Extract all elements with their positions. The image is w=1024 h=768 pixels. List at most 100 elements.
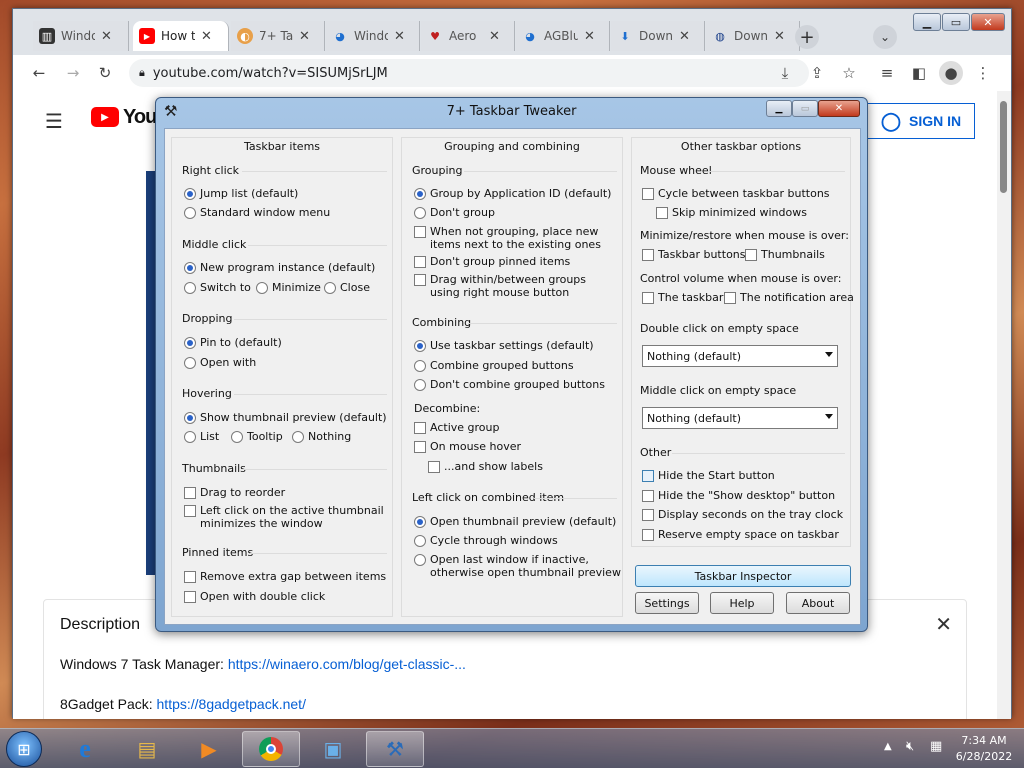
tab-windows-2[interactable]: ◕ Windo ✕ [326, 21, 420, 51]
checkbox-left-click-active[interactable]: Left click on the active thumbnail minimi… [184, 504, 384, 530]
tab-download-1[interactable]: ⬇ Down ✕ [611, 21, 705, 51]
checkbox-hide-show-desktop[interactable]: Hide the "Show desktop" button [642, 489, 835, 502]
bookmark-star-icon[interactable]: ☆ [837, 61, 861, 85]
dialog-titlebar[interactable]: ⚒ 7+ Taskbar Tweaker ▁ ▭ ✕ [156, 98, 867, 126]
dialog-close-button[interactable]: ✕ [818, 100, 860, 117]
double-click-select[interactable]: Nothing (default) [642, 345, 838, 367]
tab-search-button[interactable]: ⌄ [873, 25, 897, 49]
page-scrollbar[interactable] [997, 91, 1011, 719]
close-icon[interactable]: ✕ [584, 29, 595, 44]
tab-agblue[interactable]: ◕ AGBlu ✕ [516, 21, 610, 51]
settings-button[interactable]: Settings [635, 592, 699, 614]
start-button[interactable]: ⊞ [6, 731, 42, 767]
radio-tooltip[interactable]: Tooltip [231, 430, 283, 443]
tab-youtube[interactable]: ▶ How t ✕ [133, 21, 229, 51]
checkbox-on-mouse-hover[interactable]: On mouse hover [414, 440, 521, 453]
taskbar-inspector-button[interactable]: Taskbar Inspector [635, 565, 851, 587]
address-bar[interactable]: 🔒︎ youtube.com/watch?v=SISUMjSrLJM [129, 59, 809, 87]
middle-click-select[interactable]: Nothing (default) [642, 407, 838, 429]
tray-clock[interactable]: 7:34 AM 6/28/2022 [954, 733, 1014, 765]
back-icon[interactable]: ← [27, 61, 51, 85]
checkbox-drag-reorder[interactable]: Drag to reorder [184, 486, 285, 499]
radio-close[interactable]: Close [324, 281, 370, 294]
close-icon[interactable]: ✕ [774, 29, 785, 44]
menu-dots-icon[interactable]: ⋮ [971, 61, 995, 85]
radio-switch-to[interactable]: Switch to [184, 281, 251, 294]
taskbar-tweaker-button[interactable]: ⚒ [366, 731, 424, 767]
sidebar-icon[interactable]: ◧ [907, 61, 931, 85]
tab-windows-1[interactable]: ▥ Windo ✕ [33, 21, 129, 51]
forward-icon[interactable]: → [61, 61, 85, 85]
tab-tweaker[interactable]: ◐ 7+ Ta ✕ [231, 21, 325, 51]
dialog-maximize-button[interactable]: ▭ [792, 100, 818, 117]
radio-dont-group[interactable]: Don't group [414, 206, 495, 219]
taskbar-photo-button[interactable]: ▣ [304, 731, 362, 767]
radio-dont-combine[interactable]: Don't combine grouped buttons [414, 378, 605, 391]
radio-standard-menu[interactable]: Standard window menu [184, 206, 330, 219]
network-icon[interactable]: ▦ [930, 739, 942, 754]
sign-in-button[interactable]: ◯ SIGN IN [867, 103, 975, 139]
minimize-window-button[interactable]: ▁ [913, 13, 941, 31]
checkbox-dont-group-pinned[interactable]: Don't group pinned items [414, 255, 570, 268]
radio-open-with[interactable]: Open with [184, 356, 256, 369]
tab-aero[interactable]: ♥ Aero ✕ [421, 21, 515, 51]
radio-pin-to[interactable]: Pin to (default) [184, 336, 282, 349]
share-icon[interactable]: ⇪ [805, 61, 829, 85]
radio-minimize[interactable]: Minimize [256, 281, 321, 294]
hamburger-menu-icon[interactable]: ☰ [45, 109, 63, 133]
radio-open-thumb-preview[interactable]: Open thumbnail preview (default) [414, 515, 616, 528]
close-icon[interactable]: ✕ [489, 29, 500, 44]
youtube-logo-icon[interactable]: ▶ [91, 107, 119, 127]
radio-group-by-app-id[interactable]: Group by Application ID (default) [414, 187, 611, 200]
radio-nothing[interactable]: Nothing [292, 430, 351, 443]
checkbox-hide-start[interactable]: Hide the Start button [642, 469, 775, 482]
checkbox-notification-area[interactable]: The notification area [724, 291, 854, 304]
radio-list[interactable]: List [184, 430, 219, 443]
checkbox-cycle-buttons[interactable]: Cycle between taskbar buttons [642, 187, 830, 200]
taskbar-media-button[interactable]: ▶ [180, 731, 238, 767]
checkbox-thumbnails[interactable]: Thumbnails [745, 248, 825, 261]
taskbar-explorer-button[interactable]: ▤ [118, 731, 176, 767]
media-icon[interactable]: ≡ [875, 61, 899, 85]
reload-icon[interactable]: ↻ [93, 61, 117, 85]
new-tab-button[interactable]: + [795, 25, 819, 49]
close-icon[interactable]: ✕ [201, 29, 212, 44]
radio-new-instance[interactable]: New program instance (default) [184, 261, 375, 274]
close-icon[interactable]: ✕ [394, 29, 405, 44]
checkbox-drag-right-mouse[interactable]: Drag within/between groups using right mo… [414, 273, 586, 299]
close-icon[interactable]: ✕ [299, 29, 310, 44]
radio-show-thumbnail[interactable]: Show thumbnail preview (default) [184, 411, 387, 424]
install-icon[interactable]: ⤓ [773, 61, 797, 85]
radio-cycle-windows[interactable]: Cycle through windows [414, 534, 558, 547]
radio-combine-grouped[interactable]: Combine grouped buttons [414, 359, 574, 372]
taskbar-ie-button[interactable]: e [56, 731, 114, 767]
checkbox-taskbar-buttons[interactable]: Taskbar buttons [642, 248, 746, 261]
radio-jump-list[interactable]: Jump list (default) [184, 187, 298, 200]
checkbox-place-next[interactable]: When not grouping, place new items next t… [414, 225, 601, 251]
tab-download-2[interactable]: ◍ Down ✕ [706, 21, 800, 51]
gadget-pack-link[interactable]: https://8gadgetpack.net/ [157, 696, 306, 712]
volume-muted-icon[interactable]: 🔇︎ [906, 739, 914, 754]
show-hidden-icons-icon[interactable]: ▲ [884, 741, 892, 752]
close-icon[interactable]: ✕ [679, 29, 690, 44]
close-icon[interactable]: ✕ [101, 29, 112, 44]
help-button[interactable]: Help [710, 592, 774, 614]
radio-open-last-window[interactable]: Open last window if inactive, otherwise o… [414, 553, 621, 579]
close-window-button[interactable]: ✕ [971, 13, 1005, 31]
checkbox-remove-gap[interactable]: Remove extra gap between items [184, 570, 386, 583]
checkbox-skip-minimized[interactable]: Skip minimized windows [656, 206, 807, 219]
checkbox-open-double-click[interactable]: Open with double click [184, 590, 325, 603]
radio-use-taskbar-settings[interactable]: Use taskbar settings (default) [414, 339, 594, 352]
about-button[interactable]: About [786, 592, 850, 614]
maximize-window-button[interactable]: ▭ [942, 13, 970, 31]
checkbox-the-taskbar[interactable]: The taskbar [642, 291, 723, 304]
profile-icon[interactable]: ● [939, 61, 963, 85]
scrollbar-thumb[interactable] [1000, 101, 1007, 193]
close-icon[interactable]: ✕ [935, 612, 952, 636]
checkbox-reserve-space[interactable]: Reserve empty space on taskbar [642, 528, 839, 541]
dialog-minimize-button[interactable]: ▁ [766, 100, 792, 117]
checkbox-display-seconds[interactable]: Display seconds on the tray clock [642, 508, 843, 521]
taskbar-chrome-button[interactable] [242, 731, 300, 767]
task-manager-link[interactable]: https://winaero.com/blog/get-classic-... [228, 656, 466, 672]
checkbox-active-group[interactable]: Active group [414, 421, 499, 434]
